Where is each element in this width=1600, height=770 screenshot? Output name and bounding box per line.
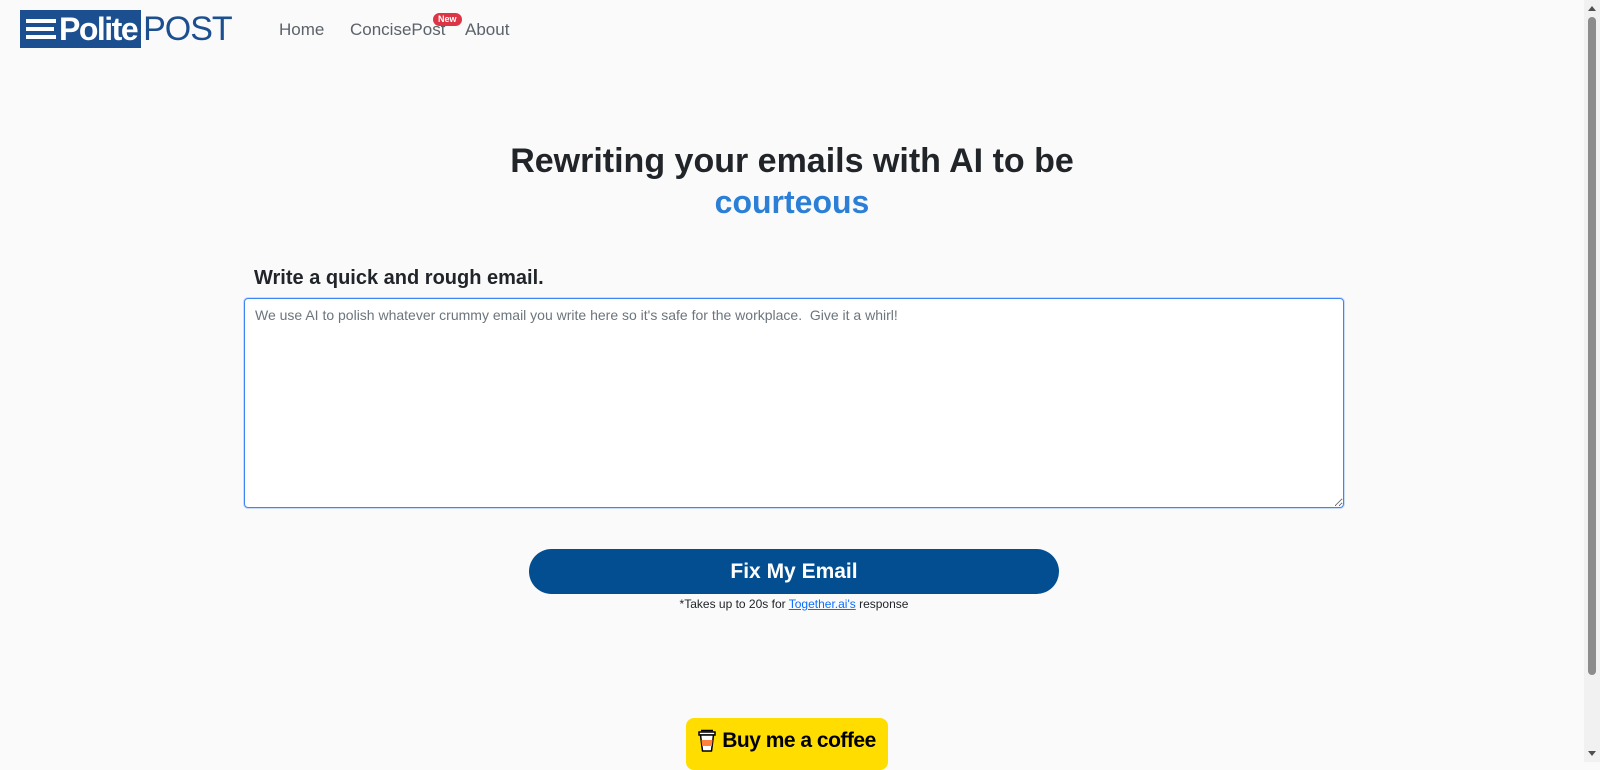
hero-highlight-word: courteous — [714, 184, 870, 220]
logo-lines-icon — [26, 19, 56, 39]
response-time-note: *Takes up to 20s for Together.ai's respo… — [0, 597, 1588, 612]
email-textarea[interactable] — [244, 298, 1344, 508]
email-label: Write a quick and rough email. — [254, 267, 544, 289]
logo-polite-text: Polite — [59, 11, 139, 47]
nav-home-link[interactable]: Home — [279, 19, 324, 41]
scroll-down-arrow-icon[interactable] — [1588, 751, 1596, 756]
navbar: Polite POST Home ConcisePost New About — [0, 0, 1584, 60]
vertical-scrollbar[interactable] — [1584, 0, 1600, 762]
note-prefix: *Takes up to 20s for — [679, 597, 789, 611]
together-ai-link[interactable]: Together.ai's — [789, 597, 856, 611]
logo-post-text: POST — [143, 10, 233, 48]
logo-mark: Polite — [20, 10, 142, 48]
coffee-label: Buy me a coffee — [722, 729, 876, 752]
scrollbar-thumb[interactable] — [1588, 17, 1596, 675]
note-suffix: response — [855, 597, 909, 611]
nav-about-link[interactable]: About — [465, 19, 509, 41]
new-badge: New — [433, 13, 462, 26]
coffee-cup-icon — [698, 729, 716, 752]
fix-my-email-button[interactable]: Fix My Email — [529, 549, 1059, 594]
buy-me-a-coffee-button[interactable]: Buy me a coffee — [686, 718, 888, 770]
hero-title: Rewriting your emails with AI to be — [510, 142, 1074, 180]
nav-conciseposts-link[interactable]: ConcisePost — [350, 19, 445, 41]
scroll-up-arrow-icon[interactable] — [1588, 6, 1596, 11]
politepost-logo[interactable]: Polite POST — [20, 10, 233, 48]
